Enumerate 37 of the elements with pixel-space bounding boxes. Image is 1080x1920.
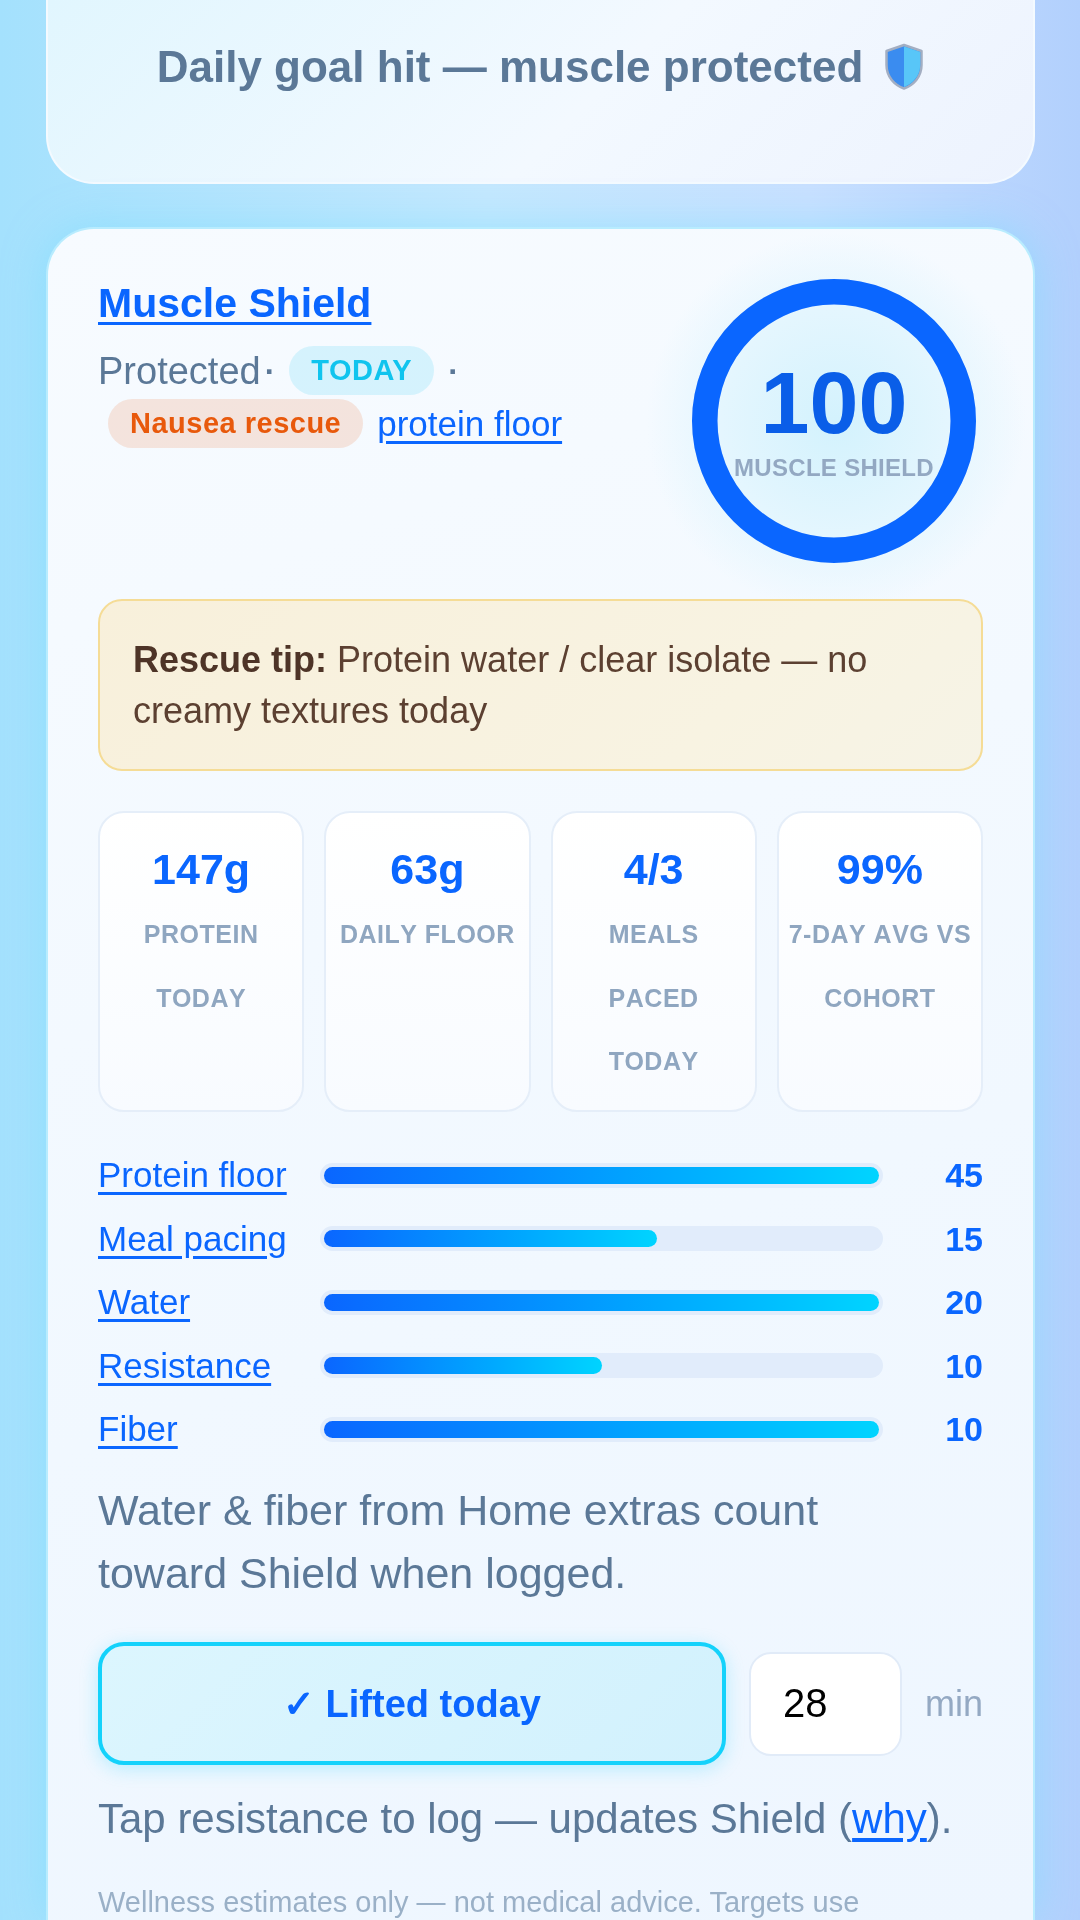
bar-value: 15	[945, 1218, 983, 1259]
unit-label: min	[925, 1682, 983, 1725]
stat-label: PROTEIN TODAY	[142, 919, 260, 1014]
score-label: MUSCLE SHIELD	[734, 455, 934, 481]
stat-value: 147g	[152, 845, 251, 893]
lifted-button[interactable]: ✓ Lifted today	[98, 1642, 726, 1765]
bar-label-link[interactable]: Meal pacing	[98, 1217, 287, 1260]
stat-value: 99%	[836, 845, 923, 893]
bar-value: 10	[945, 1345, 983, 1386]
stat-label: 7-DAY AVG VS COHORT	[787, 919, 973, 1014]
bar-label-link[interactable]: Resistance	[98, 1344, 272, 1387]
stat-value: 63g	[390, 845, 465, 893]
stat-label: MEALS PACED TODAY	[607, 919, 700, 1077]
bar-value: 10	[945, 1409, 983, 1450]
bar-value: 45	[945, 1155, 983, 1196]
bar-label-link[interactable]: Fiber	[98, 1408, 178, 1451]
banner-text: Daily goal hit — muscle protected	[156, 41, 864, 93]
note-text: Water & fiber from Home extras count toward Shield when logged.	[98, 1485, 820, 1599]
minutes-input[interactable]: 28	[749, 1651, 902, 1756]
tip-text: Rescue tip: Protein water / clear isolate — no creamy textures today	[133, 638, 869, 733]
bar-label-link[interactable]: Protein floor	[98, 1154, 287, 1197]
info-link[interactable]: protein floor	[377, 400, 563, 447]
separator-dot: ·	[448, 351, 459, 391]
stat-label: DAILY FLOOR	[339, 919, 515, 950]
bar-label-link[interactable]: Water	[98, 1281, 191, 1324]
stat-value: 4/3	[623, 845, 684, 893]
status-tag: TODAY	[289, 346, 435, 395]
disclaimer-text: Wellness estimates only — not medical advice. Targets use	[98, 1885, 861, 1919]
why-link[interactable]: why	[852, 1795, 927, 1842]
status-text: Protected	[98, 348, 261, 394]
title-link[interactable]: Muscle Shield	[98, 279, 372, 327]
shield-icon	[884, 43, 925, 90]
hint-text: Tap resistance to log — updates Shield (why).	[98, 1794, 954, 1844]
status-tag: Nausea rescue	[108, 399, 364, 448]
separator-dot: ·	[264, 351, 276, 391]
bar-value: 20	[945, 1282, 983, 1323]
score-value: 100	[760, 363, 908, 443]
